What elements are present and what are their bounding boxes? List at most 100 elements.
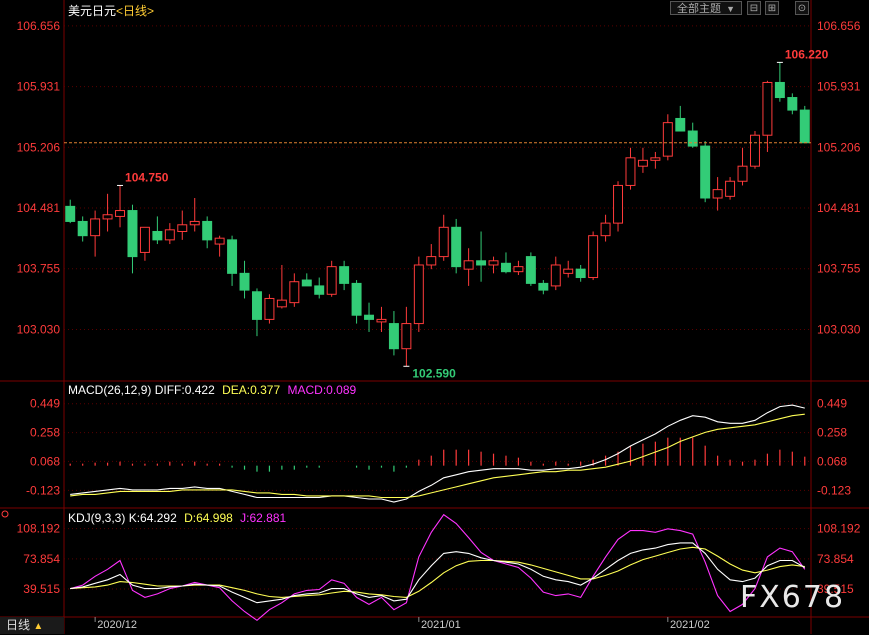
candle-down	[774, 81, 785, 99]
macd-axis-left-label: -0.123	[26, 483, 60, 497]
price-axis-left-label: 103.030	[17, 322, 61, 336]
symbol-name: 美元日元	[68, 4, 117, 18]
price-axis-right-label: 104.481	[817, 201, 861, 215]
macd-axis-left-label: 0.449	[30, 397, 60, 411]
candle-up	[662, 122, 673, 157]
candle-down	[799, 109, 810, 144]
watermark-logo: FX678	[740, 580, 846, 615]
low-price-annotation: 102.590	[412, 366, 456, 380]
candle-up	[90, 218, 101, 237]
candle-down	[700, 145, 711, 199]
indicator-settings-icon	[1, 510, 9, 518]
candle-down	[239, 272, 250, 291]
candle-up	[438, 226, 449, 258]
candle-down	[388, 323, 399, 350]
split-icon: ⊟	[749, 3, 759, 14]
high-price-annotation: 106.220	[785, 47, 829, 61]
candle-up	[276, 299, 287, 308]
theme-dropdown[interactable]: 全部主题 ▼	[670, 1, 742, 15]
kdj-d-label: D:64.998	[184, 511, 233, 525]
period-tab[interactable]: 日线 ▲	[0, 617, 64, 634]
candle-down	[77, 220, 88, 237]
macd-legend: MACD(26,12,9) DIFF:0.422 DEA:0.377 MACD:…	[68, 383, 356, 397]
period-selector[interactable]: <日线>	[116, 4, 154, 18]
price-axis-right-label: 103.755	[817, 262, 861, 276]
kdj-legend: KDJ(9,3,3) K:64.292 D:64.998 J:62.881	[68, 511, 286, 525]
chart-title: 美元日元<日线>	[68, 2, 154, 19]
candle-up	[563, 268, 574, 274]
price-axis-right-label: 105.206	[817, 140, 861, 154]
candle-up	[600, 222, 611, 237]
settings-button[interactable]: ⊙	[795, 1, 809, 15]
date-axis-label: 2021/01	[421, 619, 461, 631]
candle-up	[588, 235, 599, 279]
chevron-down-icon: ▼	[726, 4, 735, 14]
macd-axis-right-label: 0.068	[817, 454, 847, 468]
macd-axis-right-label: 0.449	[817, 397, 847, 411]
price-axis-left-label: 103.755	[17, 262, 61, 276]
candle-down	[500, 262, 511, 273]
chevron-up-icon: ▲	[33, 621, 44, 632]
chart-window: 106.656 106.656 105.931 105.931 105.206 105.2…	[0, 0, 869, 634]
grid-layout-button[interactable]: ⊞	[765, 1, 779, 15]
candle-up	[413, 264, 424, 325]
kdj-axis-right-label: 73.854	[817, 552, 854, 566]
candle-down	[787, 97, 798, 111]
kdj-axis-left-label: 73.854	[23, 552, 60, 566]
macd-dea-line	[70, 413, 805, 499]
candle-down	[476, 260, 487, 266]
candle-down	[525, 256, 536, 284]
macd-dea-label: DEA:0.377	[222, 383, 281, 397]
candle-down	[575, 268, 586, 279]
candle-up	[463, 260, 474, 270]
date-axis-label: 2020/12	[97, 619, 137, 631]
kdj-d-line	[70, 546, 805, 598]
candle-up	[513, 266, 524, 273]
candle-down	[451, 226, 462, 268]
candle-down	[227, 239, 238, 274]
candle-up	[115, 210, 126, 217]
candle-down	[314, 285, 325, 295]
candle-up	[326, 266, 337, 295]
candle-up	[749, 134, 760, 167]
kdj-axis-right-label: 108.192	[817, 522, 861, 536]
candle-down	[301, 279, 312, 287]
candle-up	[177, 224, 188, 232]
candle-up	[426, 256, 437, 266]
macd-diff-label: DIFF:0.422	[154, 383, 215, 397]
candle-up	[214, 237, 225, 245]
candle-up	[102, 214, 113, 220]
candle-up	[762, 81, 773, 136]
price-axis-left-label: 104.481	[17, 201, 61, 215]
candle-up	[650, 157, 661, 161]
candle-down	[364, 314, 375, 320]
high-price-annotation: 104.750	[125, 170, 169, 184]
macd-axis-right-label: -0.123	[817, 483, 851, 497]
kdj-title: KDJ(9,3,3)	[68, 511, 126, 525]
chart-canvas: 106.656 106.656 105.931 105.931 105.206 105.2…	[0, 0, 869, 634]
candle-down	[127, 210, 138, 258]
candle-up	[164, 229, 175, 241]
kdj-axis-left-label: 39.515	[23, 582, 60, 596]
macd-diff-line	[70, 404, 805, 503]
macd-title: MACD(26,12,9)	[68, 383, 152, 397]
candle-down	[251, 291, 262, 320]
grid-icon: ⊞	[767, 3, 777, 14]
macd-axis-left-label: 0.258	[30, 426, 60, 440]
price-axis-left-label: 105.931	[17, 80, 61, 94]
candle-up	[637, 159, 648, 167]
candle-down	[351, 282, 362, 316]
split-panel-button[interactable]: ⊟	[747, 1, 761, 15]
theme-dropdown-label: 全部主题	[677, 3, 721, 15]
kdj-j-line	[70, 513, 806, 621]
candle-up	[625, 157, 636, 186]
date-axis-label: 2021/02	[670, 619, 710, 631]
candle-down	[339, 266, 350, 284]
kdj-axis-left-label: 108.192	[17, 522, 61, 536]
candle-up	[488, 260, 499, 266]
kdj-k-line	[70, 542, 806, 604]
candle-down	[675, 117, 686, 132]
kdj-k-label: K:64.292	[128, 511, 177, 525]
price-axis-right-label: 103.030	[817, 322, 861, 336]
candle-up	[189, 220, 200, 226]
